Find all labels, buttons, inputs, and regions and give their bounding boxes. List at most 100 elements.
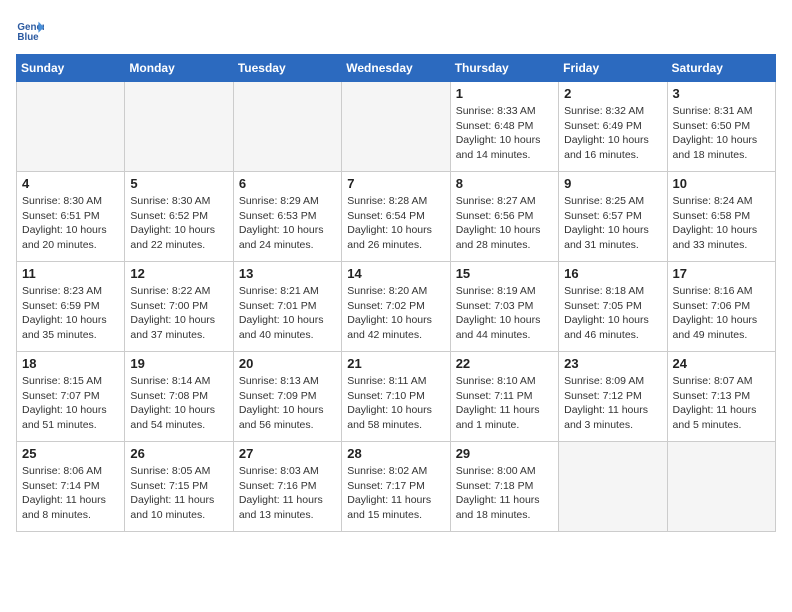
day-info: Sunrise: 8:14 AMSunset: 7:08 PMDaylight:…: [130, 374, 227, 433]
calendar-cell: 3 Sunrise: 8:31 AMSunset: 6:50 PMDaylight…: [667, 82, 775, 172]
day-number: 13: [239, 266, 336, 281]
day-info: Sunrise: 8:22 AMSunset: 7:00 PMDaylight:…: [130, 284, 227, 343]
day-number: 12: [130, 266, 227, 281]
day-info: Sunrise: 8:10 AMSunset: 7:11 PMDaylight:…: [456, 374, 553, 433]
calendar-cell: 21 Sunrise: 8:11 AMSunset: 7:10 PMDayligh…: [342, 352, 450, 442]
day-info: Sunrise: 8:30 AMSunset: 6:52 PMDaylight:…: [130, 194, 227, 253]
calendar-cell: 1 Sunrise: 8:33 AMSunset: 6:48 PMDaylight…: [450, 82, 558, 172]
calendar-header-wednesday: Wednesday: [342, 55, 450, 82]
calendar-cell: 14 Sunrise: 8:20 AMSunset: 7:02 PMDayligh…: [342, 262, 450, 352]
calendar-header-monday: Monday: [125, 55, 233, 82]
calendar-week-row-3: 11 Sunrise: 8:23 AMSunset: 6:59 PMDayligh…: [17, 262, 776, 352]
calendar-table: SundayMondayTuesdayWednesdayThursdayFrid…: [16, 54, 776, 532]
calendar-cell: [125, 82, 233, 172]
day-info: Sunrise: 8:25 AMSunset: 6:57 PMDaylight:…: [564, 194, 661, 253]
day-number: 15: [456, 266, 553, 281]
calendar-cell: [233, 82, 341, 172]
day-info: Sunrise: 8:19 AMSunset: 7:03 PMDaylight:…: [456, 284, 553, 343]
calendar-week-row-4: 18 Sunrise: 8:15 AMSunset: 7:07 PMDayligh…: [17, 352, 776, 442]
calendar-header-friday: Friday: [559, 55, 667, 82]
day-info: Sunrise: 8:28 AMSunset: 6:54 PMDaylight:…: [347, 194, 444, 253]
calendar-cell: 27 Sunrise: 8:03 AMSunset: 7:16 PMDayligh…: [233, 442, 341, 532]
calendar-cell: 29 Sunrise: 8:00 AMSunset: 7:18 PMDayligh…: [450, 442, 558, 532]
calendar-cell: 2 Sunrise: 8:32 AMSunset: 6:49 PMDaylight…: [559, 82, 667, 172]
day-info: Sunrise: 8:21 AMSunset: 7:01 PMDaylight:…: [239, 284, 336, 343]
day-number: 17: [673, 266, 770, 281]
day-info: Sunrise: 8:18 AMSunset: 7:05 PMDaylight:…: [564, 284, 661, 343]
day-info: Sunrise: 8:24 AMSunset: 6:58 PMDaylight:…: [673, 194, 770, 253]
day-number: 14: [347, 266, 444, 281]
calendar-cell: 24 Sunrise: 8:07 AMSunset: 7:13 PMDayligh…: [667, 352, 775, 442]
calendar-cell: 12 Sunrise: 8:22 AMSunset: 7:00 PMDayligh…: [125, 262, 233, 352]
calendar-cell: 7 Sunrise: 8:28 AMSunset: 6:54 PMDaylight…: [342, 172, 450, 262]
calendar-cell: [667, 442, 775, 532]
day-number: 21: [347, 356, 444, 371]
svg-text:Blue: Blue: [17, 32, 39, 43]
day-info: Sunrise: 8:31 AMSunset: 6:50 PMDaylight:…: [673, 104, 770, 163]
day-number: 29: [456, 446, 553, 461]
day-info: Sunrise: 8:09 AMSunset: 7:12 PMDaylight:…: [564, 374, 661, 433]
day-number: 5: [130, 176, 227, 191]
day-number: 18: [22, 356, 119, 371]
calendar-cell: 19 Sunrise: 8:14 AMSunset: 7:08 PMDayligh…: [125, 352, 233, 442]
day-number: 3: [673, 86, 770, 101]
calendar-cell: 8 Sunrise: 8:27 AMSunset: 6:56 PMDaylight…: [450, 172, 558, 262]
day-info: Sunrise: 8:11 AMSunset: 7:10 PMDaylight:…: [347, 374, 444, 433]
calendar-cell: 15 Sunrise: 8:19 AMSunset: 7:03 PMDayligh…: [450, 262, 558, 352]
day-number: 23: [564, 356, 661, 371]
calendar-header-row: SundayMondayTuesdayWednesdayThursdayFrid…: [17, 55, 776, 82]
calendar-cell: 28 Sunrise: 8:02 AMSunset: 7:17 PMDayligh…: [342, 442, 450, 532]
calendar-cell: 23 Sunrise: 8:09 AMSunset: 7:12 PMDayligh…: [559, 352, 667, 442]
calendar-cell: [559, 442, 667, 532]
day-info: Sunrise: 8:33 AMSunset: 6:48 PMDaylight:…: [456, 104, 553, 163]
calendar-header-tuesday: Tuesday: [233, 55, 341, 82]
calendar-cell: [17, 82, 125, 172]
day-info: Sunrise: 8:15 AMSunset: 7:07 PMDaylight:…: [22, 374, 119, 433]
calendar-cell: [342, 82, 450, 172]
calendar-week-row-1: 1 Sunrise: 8:33 AMSunset: 6:48 PMDaylight…: [17, 82, 776, 172]
day-number: 24: [673, 356, 770, 371]
day-info: Sunrise: 8:20 AMSunset: 7:02 PMDaylight:…: [347, 284, 444, 343]
calendar-cell: 4Sunrise: 8:30 AMSunset: 6:51 PMDaylight…: [17, 172, 125, 262]
calendar-cell: 9Sunrise: 8:25 AMSunset: 6:57 PMDaylight…: [559, 172, 667, 262]
day-info: Sunrise: 8:07 AMSunset: 7:13 PMDaylight:…: [673, 374, 770, 433]
day-number: 10: [673, 176, 770, 191]
day-info: Sunrise: 8:16 AMSunset: 7:06 PMDaylight:…: [673, 284, 770, 343]
logo-icon: General Blue: [16, 16, 44, 44]
day-number: 16: [564, 266, 661, 281]
day-info: Sunrise: 8:02 AMSunset: 7:17 PMDaylight:…: [347, 464, 444, 523]
calendar-cell: 6Sunrise: 8:29 AMSunset: 6:53 PMDaylight…: [233, 172, 341, 262]
day-info: Sunrise: 8:03 AMSunset: 7:16 PMDaylight:…: [239, 464, 336, 523]
day-info: Sunrise: 8:00 AMSunset: 7:18 PMDaylight:…: [456, 464, 553, 523]
logo: General Blue: [16, 16, 48, 44]
day-number: 19: [130, 356, 227, 371]
day-number: 20: [239, 356, 336, 371]
calendar-cell: 22Sunrise: 8:10 AMSunset: 7:11 PMDayligh…: [450, 352, 558, 442]
calendar-cell: 10 Sunrise: 8:24 AMSunset: 6:58 PMDayligh…: [667, 172, 775, 262]
day-number: 11: [22, 266, 119, 281]
day-number: 2: [564, 86, 661, 101]
day-info: Sunrise: 8:32 AMSunset: 6:49 PMDaylight:…: [564, 104, 661, 163]
day-info: Sunrise: 8:23 AMSunset: 6:59 PMDaylight:…: [22, 284, 119, 343]
calendar-header-thursday: Thursday: [450, 55, 558, 82]
header: General Blue: [16, 16, 776, 44]
calendar-cell: 18 Sunrise: 8:15 AMSunset: 7:07 PMDayligh…: [17, 352, 125, 442]
calendar-header-saturday: Saturday: [667, 55, 775, 82]
day-info: Sunrise: 8:27 AMSunset: 6:56 PMDaylight:…: [456, 194, 553, 253]
day-number: 25: [22, 446, 119, 461]
calendar-header-sunday: Sunday: [17, 55, 125, 82]
day-number: 28: [347, 446, 444, 461]
day-number: 8: [456, 176, 553, 191]
day-number: 26: [130, 446, 227, 461]
calendar-cell: 26Sunrise: 8:05 AMSunset: 7:15 PMDayligh…: [125, 442, 233, 532]
calendar-cell: 5 Sunrise: 8:30 AMSunset: 6:52 PMDaylight…: [125, 172, 233, 262]
calendar-week-row-2: 4Sunrise: 8:30 AMSunset: 6:51 PMDaylight…: [17, 172, 776, 262]
day-number: 4: [22, 176, 119, 191]
day-info: Sunrise: 8:06 AMSunset: 7:14 PMDaylight:…: [22, 464, 119, 523]
day-info: Sunrise: 8:29 AMSunset: 6:53 PMDaylight:…: [239, 194, 336, 253]
day-number: 1: [456, 86, 553, 101]
day-number: 27: [239, 446, 336, 461]
calendar-cell: 16 Sunrise: 8:18 AMSunset: 7:05 PMDayligh…: [559, 262, 667, 352]
day-number: 7: [347, 176, 444, 191]
calendar-cell: 25 Sunrise: 8:06 AMSunset: 7:14 PMDayligh…: [17, 442, 125, 532]
